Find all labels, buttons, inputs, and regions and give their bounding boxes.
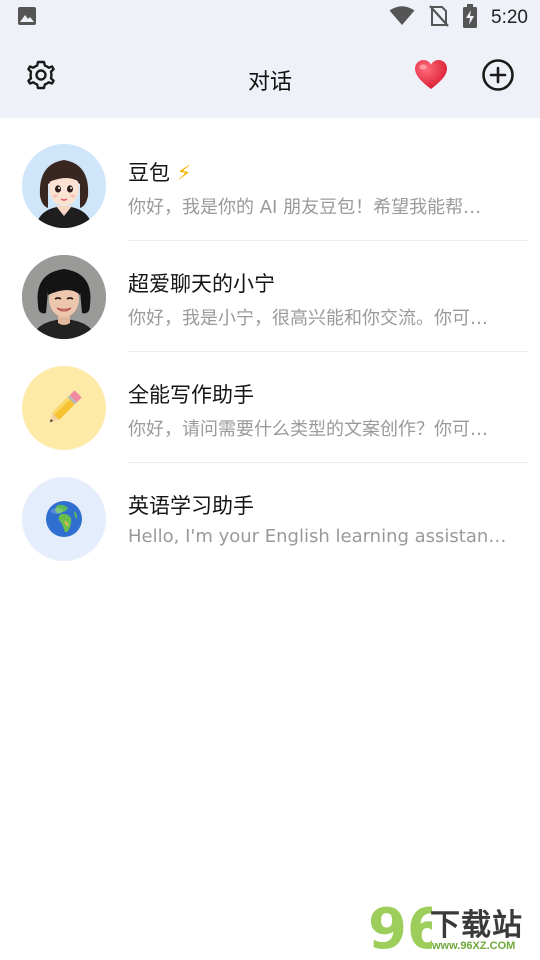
svg-text:96: 96 [368, 897, 432, 958]
page-title: 对话 [247, 70, 292, 95]
chat-preview: 你好，我是小宁，很高兴能和你交流。你可… [128, 308, 488, 329]
pencil-avatar [22, 366, 106, 450]
chat-preview: Hello, I'm your English learning assista… [128, 526, 513, 547]
watermark-digits-logo: 96 [368, 897, 432, 958]
no-sim-icon [429, 5, 449, 31]
wifi-icon [389, 6, 415, 30]
chat-name: 英语学习助手 [128, 494, 254, 518]
chat-name-text: 豆包 [128, 161, 170, 185]
chat-name: 全能写作助手 [128, 383, 254, 407]
screen: 5:20 对话 豆包 ⚡ 你好，我是你的 AI 朋友豆包！希望我能帮… 超爱聊天… [0, 0, 540, 960]
app-bar: 对话 [0, 42, 540, 114]
status-bar: 5:20 [0, 0, 540, 36]
chat-name: 豆包 ⚡ [128, 157, 191, 187]
status-time: 5:20 [491, 7, 528, 28]
heart-icon [414, 59, 448, 95]
short-hair-woman-avatar [22, 255, 106, 339]
image-notification-icon [16, 5, 38, 31]
watermark: 96 下载站 www.96XZ.COM [368, 896, 538, 958]
globe-avatar [22, 477, 106, 561]
add-circle-icon [481, 58, 515, 96]
new-chat-button[interactable] [481, 58, 515, 96]
battery-charging-icon [463, 4, 478, 32]
top-bar: 5:20 对话 [0, 0, 540, 118]
favorites-button[interactable] [414, 60, 448, 94]
cartoon-girl-avatar [22, 144, 106, 228]
watermark-url: www.96XZ.COM [432, 940, 516, 952]
chat-preview: 你好，我是你的 AI 朋友豆包！希望我能帮… [128, 197, 482, 218]
chat-name: 超爱聊天的小宁 [128, 272, 275, 296]
chat-item[interactable]: 豆包 ⚡ 你好，我是你的 AI 朋友豆包！希望我能帮… [0, 130, 540, 241]
chat-list: 豆包 ⚡ 你好，我是你的 AI 朋友豆包！希望我能帮… 超爱聊天的小宁 你好，我… [0, 130, 540, 574]
chat-item[interactable]: 全能写作助手 你好，请问需要什么类型的文案创作？你可… [0, 352, 540, 463]
watermark-text: 下载站 [430, 908, 523, 943]
lightning-badge-icon: ⚡ [176, 161, 192, 185]
chat-preview: 你好，请问需要什么类型的文案创作？你可… [128, 419, 488, 440]
chat-item[interactable]: 超爱聊天的小宁 你好，我是小宁，很高兴能和你交流。你可… [0, 241, 540, 352]
chat-item[interactable]: 英语学习助手 Hello, I'm your English learning … [0, 463, 540, 574]
